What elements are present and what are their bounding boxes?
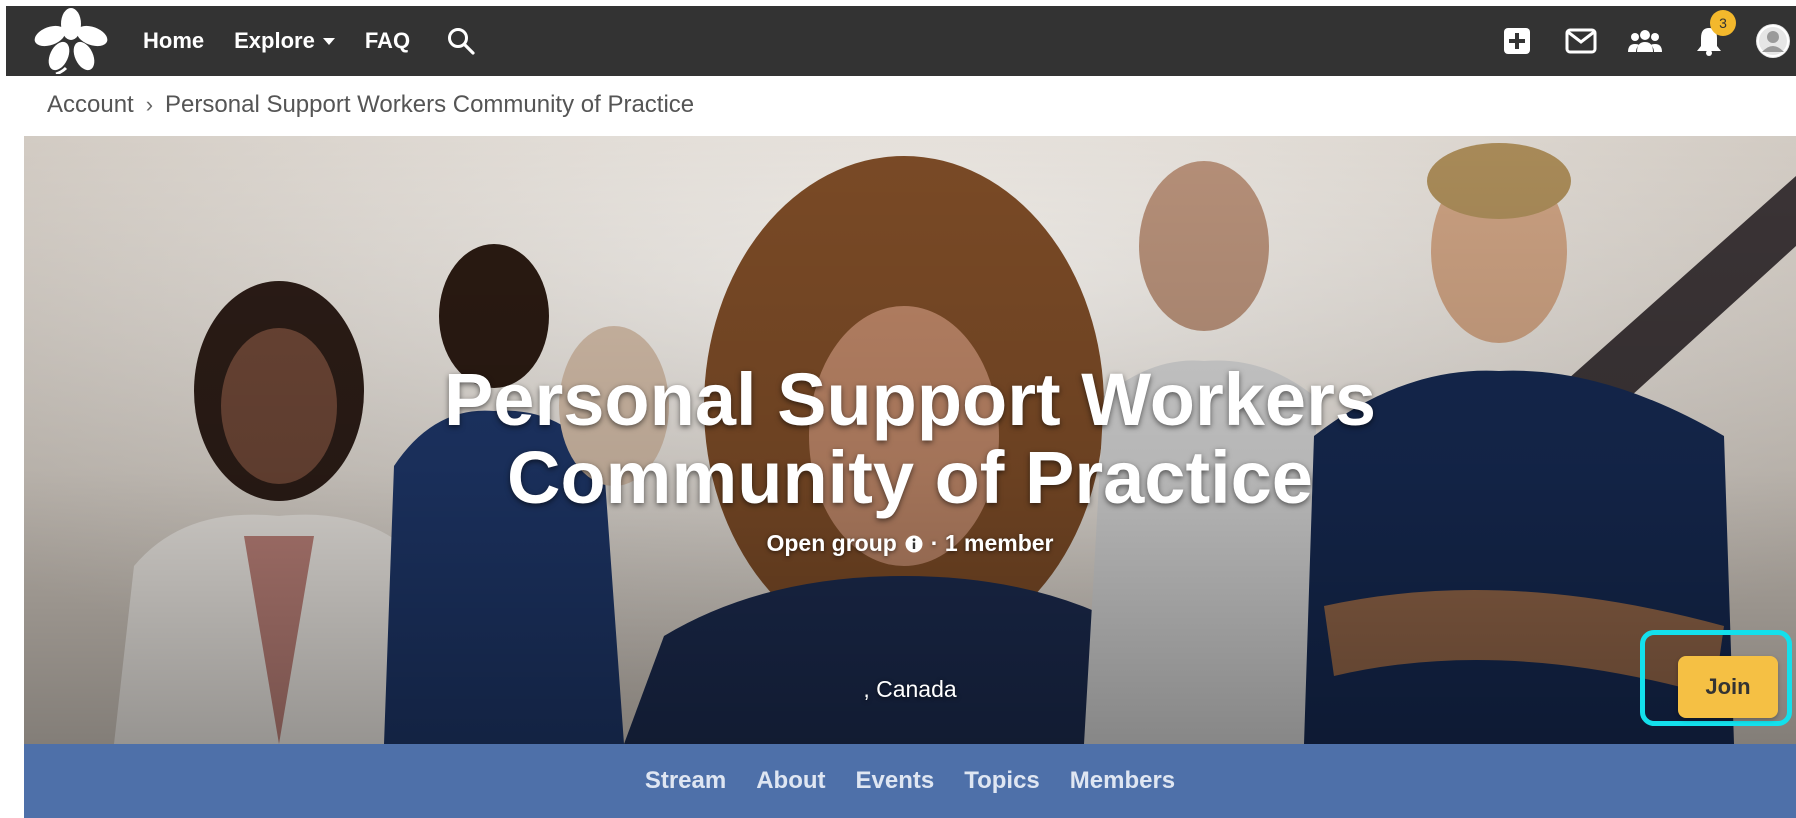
chevron-down-icon	[322, 37, 335, 45]
nav-faq[interactable]: FAQ	[365, 28, 410, 54]
nav-explore[interactable]: Explore	[234, 28, 335, 54]
nav-explore-label: Explore	[234, 28, 315, 53]
nav-home[interactable]: Home	[143, 28, 204, 54]
create-button[interactable]	[1500, 24, 1534, 58]
page-gutter	[0, 136, 24, 818]
group-title-line1: Personal Support Workers	[443, 358, 1377, 441]
join-button[interactable]: Join	[1678, 656, 1778, 718]
group-icon	[1628, 30, 1662, 52]
user-icon	[1756, 24, 1790, 58]
plus-icon	[1504, 28, 1530, 54]
breadcrumb-account[interactable]: Account	[47, 91, 134, 119]
tab-stream[interactable]: Stream	[645, 767, 726, 795]
tab-members[interactable]: Members	[1070, 767, 1175, 795]
group-location: , Canada	[863, 676, 957, 702]
info-icon[interactable]	[905, 535, 923, 553]
nav-actions: 3	[1470, 6, 1796, 76]
messages-button[interactable]	[1564, 24, 1598, 58]
group-hero-banner: Personal Support Workers Community of Pr…	[24, 136, 1796, 744]
notification-badge: 3	[1710, 10, 1736, 36]
group-tabs: Stream About Events Topics Members	[24, 744, 1796, 818]
tab-events[interactable]: Events	[856, 767, 935, 795]
group-title-line2: Community of Practice	[507, 436, 1313, 519]
top-navbar: Home Explore FAQ 3	[6, 6, 1796, 76]
notifications-button[interactable]: 3	[1692, 10, 1736, 58]
search-icon[interactable]	[446, 26, 476, 56]
flower-logo-icon[interactable]	[26, 8, 116, 74]
tab-about[interactable]: About	[756, 767, 825, 795]
member-count[interactable]: · 1 member	[931, 530, 1054, 557]
tab-topics[interactable]: Topics	[964, 767, 1040, 795]
groups-button[interactable]	[1628, 24, 1662, 58]
chevron-right-icon: ›	[145, 92, 154, 117]
breadcrumb-current: Personal Support Workers Community of Pr…	[165, 91, 695, 118]
group-meta: Open group · 1 member	[24, 530, 1796, 557]
mail-icon	[1565, 28, 1597, 54]
user-menu-button[interactable]	[1756, 24, 1790, 58]
main-nav: Home Explore FAQ	[143, 6, 476, 76]
group-title: Personal Support Workers Community of Pr…	[24, 361, 1796, 517]
breadcrumb: Account › Personal Support Workers Commu…	[47, 88, 694, 122]
group-type: Open group	[766, 530, 897, 556]
